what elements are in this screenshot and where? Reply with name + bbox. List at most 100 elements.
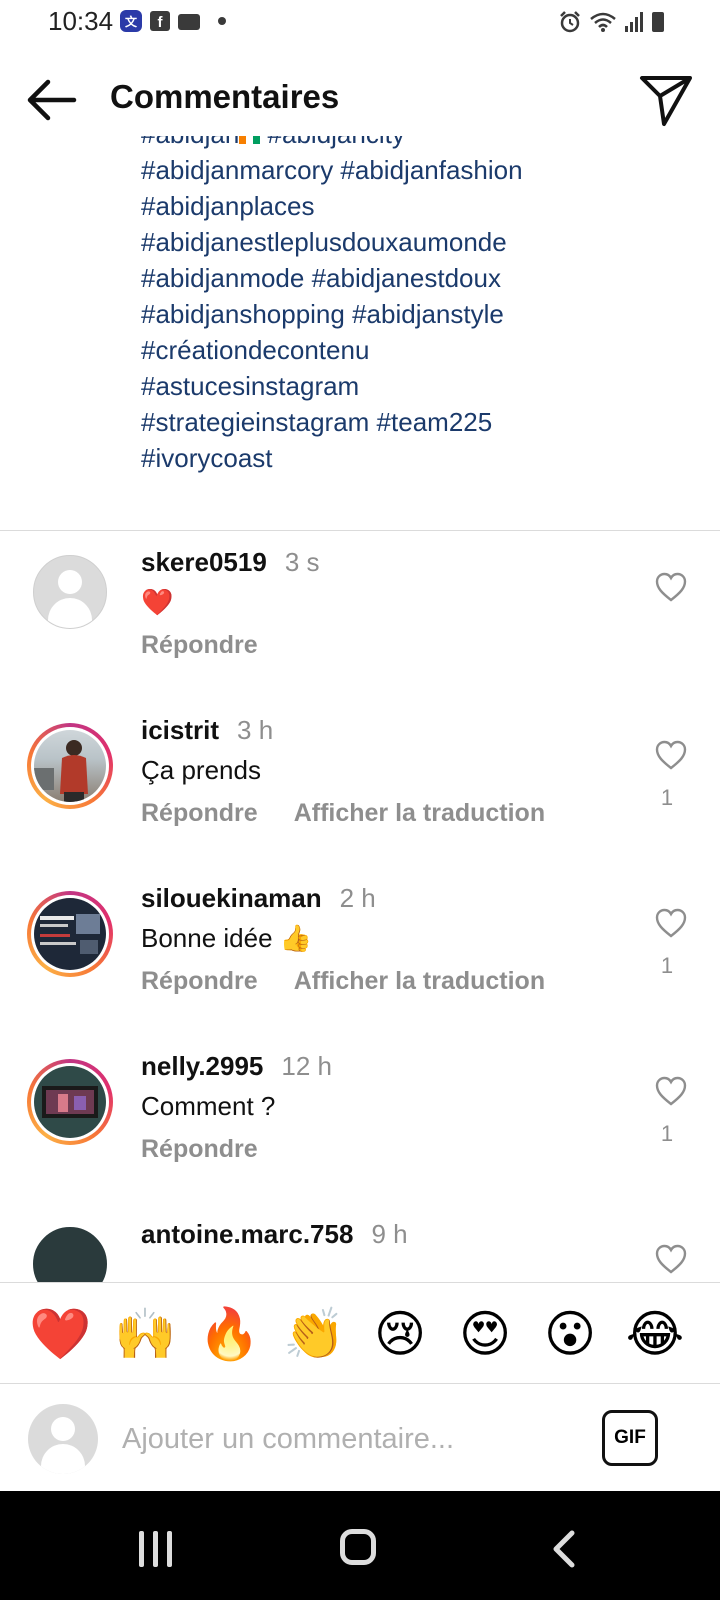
like-count: 1 [660, 953, 674, 978]
battery-icon [652, 12, 664, 32]
hashtag-line[interactable]: #créationdecontenu [141, 332, 701, 368]
back-button[interactable] [24, 72, 80, 128]
avatar[interactable] [27, 891, 113, 977]
raising-hands-emoji-button[interactable]: 🙌 [114, 1303, 176, 1365]
reply-button[interactable]: Répondre [141, 631, 258, 659]
recent-apps-icon-bar [153, 1531, 158, 1567]
laughing-emoji-button[interactable]: 😂 [624, 1303, 686, 1365]
comment-time: 9 h [371, 1219, 408, 1249]
comment-time: 3 h [237, 715, 274, 745]
hashtag-line[interactable]: #abidjanmarcory #abidjanfashion [141, 152, 701, 188]
comment-actions: Répondre Afficher la traduction [141, 967, 545, 996]
hashtag-line[interactable]: #abidjanmode #abidjanestdoux [141, 260, 701, 296]
recent-apps-icon-bar [167, 1531, 172, 1567]
hashtag-line[interactable]: #abidjanshopping #abidjanstyle [141, 296, 701, 332]
comment-text: Ça prends [141, 755, 261, 785]
post-caption: #abidjan #abidjancity #abidjanmarcory #a… [141, 136, 701, 506]
avatar[interactable] [27, 723, 113, 809]
comment-item: silouekinaman 2 h Bonne idée 👍 Répondre Af… [0, 867, 720, 1037]
comment-actions: Répondre [141, 1135, 258, 1164]
avatar-ring-gap [31, 1063, 109, 1141]
comment-text: ❤️ [141, 587, 174, 617]
hashtag-line[interactable]: #strategieinstagram #team225 [141, 404, 701, 440]
avatar[interactable] [33, 1227, 107, 1283]
avatar-ring-gap [31, 895, 109, 973]
see-translation-button[interactable]: Afficher la traduction [294, 799, 545, 827]
username[interactable]: silouekinaman [141, 883, 322, 913]
facebook-icon: f [150, 11, 170, 31]
see-translation-button[interactable]: Afficher la traduction [294, 967, 545, 995]
emoji-reaction-bar: ❤️ 🙌 🔥 👏 😢 😍 😮 😂 [0, 1282, 720, 1383]
comment-actions: Répondre [141, 631, 258, 660]
arrow-left-icon [27, 79, 77, 121]
comment-actions: Répondre Afficher la traduction [141, 799, 545, 828]
like-count: 1 [660, 1121, 674, 1146]
heart-emoji-button[interactable]: ❤️ [29, 1303, 91, 1365]
comment-meta: skere0519 3 s [141, 547, 320, 578]
system-navigation-bar [0, 1491, 720, 1600]
reply-button[interactable]: Répondre [141, 1135, 258, 1163]
heart-icon[interactable] [654, 739, 688, 771]
back-nav-button[interactable] [548, 1529, 578, 1569]
hashtag-abidjan[interactable]: #abidjan [141, 136, 239, 149]
hashtag-abidjancity[interactable]: #abidjancity [260, 136, 405, 149]
heart-eyes-emoji-button[interactable]: 😍 [454, 1303, 516, 1365]
reply-button[interactable]: Répondre [141, 967, 258, 995]
gif-button[interactable]: GIF [602, 1410, 658, 1466]
person-photo-icon [34, 740, 88, 802]
default-avatar-body [41, 1444, 85, 1474]
hashtag-line[interactable]: #ivorycoast [141, 440, 701, 476]
comment-item: icistrit 3 h Ça prends Répondre Afficher l… [0, 699, 720, 869]
comment-input[interactable] [120, 1412, 564, 1466]
hashtag-line[interactable]: #abidjan #abidjancity [141, 136, 701, 152]
surprised-emoji-button[interactable]: 😮 [539, 1303, 601, 1365]
default-avatar-body [48, 598, 92, 628]
share-button[interactable] [638, 72, 694, 128]
recent-apps-icon [139, 1531, 144, 1567]
hashtag-line[interactable]: #astucesinstagram [141, 368, 701, 404]
heart-icon[interactable] [654, 1075, 688, 1107]
comment-meta: antoine.marc.758 9 h [141, 1219, 408, 1250]
fire-emoji-button[interactable]: 🔥 [198, 1303, 260, 1365]
video-camera-icon [178, 14, 200, 30]
comment-meta: nelly.2995 12 h [141, 1051, 332, 1082]
status-time: 10:34 [48, 6, 114, 36]
username[interactable]: skere0519 [141, 547, 267, 577]
screen-photo-icon [42, 1086, 98, 1118]
hashtag-line[interactable]: #abidjanestleplusdouxaumonde [141, 224, 701, 260]
crying-emoji-button[interactable]: 😢 [369, 1303, 431, 1365]
heart-icon[interactable] [654, 907, 688, 939]
avatar[interactable] [33, 555, 107, 629]
comment-text: Comment ? [141, 1091, 276, 1121]
wifi-icon [590, 12, 616, 32]
app-header: Commentaires [0, 50, 720, 146]
paper-plane-icon [640, 76, 692, 126]
avatar[interactable] [27, 1059, 113, 1145]
comment-item: nelly.2995 12 h Comment ? Répondre 1 [0, 1035, 720, 1205]
alarm-icon [560, 11, 580, 33]
username[interactable]: nelly.2995 [141, 1051, 263, 1081]
clapping-emoji-button[interactable]: 👏 [283, 1303, 345, 1365]
avatar-ring-gap [31, 727, 109, 805]
comment-time: 2 h [339, 883, 376, 913]
hashtag-line[interactable]: #abidjanplaces [141, 188, 701, 224]
default-avatar-icon [58, 570, 82, 594]
username[interactable]: icistrit [141, 715, 219, 745]
like-count: 1 [660, 785, 674, 810]
comment-composer: GIF [0, 1383, 720, 1492]
comment-time: 12 h [281, 1051, 332, 1081]
comment-meta: icistrit 3 h [141, 715, 273, 746]
comment-item: antoine.marc.758 9 h [0, 1203, 720, 1283]
home-button[interactable] [340, 1529, 376, 1565]
reply-button[interactable]: Répondre [141, 799, 258, 827]
status-bar: 10:34 文 f [0, 0, 720, 44]
comment-item: skere0519 3 s ❤️ Répondre [0, 531, 720, 701]
comment-list[interactable]: skere0519 3 s ❤️ Répondre icistrit 3 h Ç… [0, 531, 720, 1283]
recent-apps-button[interactable] [139, 1531, 175, 1567]
default-avatar-icon [51, 1417, 75, 1441]
heart-icon[interactable] [654, 571, 688, 603]
heart-icon[interactable] [654, 1243, 688, 1275]
translate-app-icon: 文 [120, 10, 142, 32]
page-title: Commentaires [110, 78, 340, 115]
username[interactable]: antoine.marc.758 [141, 1219, 353, 1249]
